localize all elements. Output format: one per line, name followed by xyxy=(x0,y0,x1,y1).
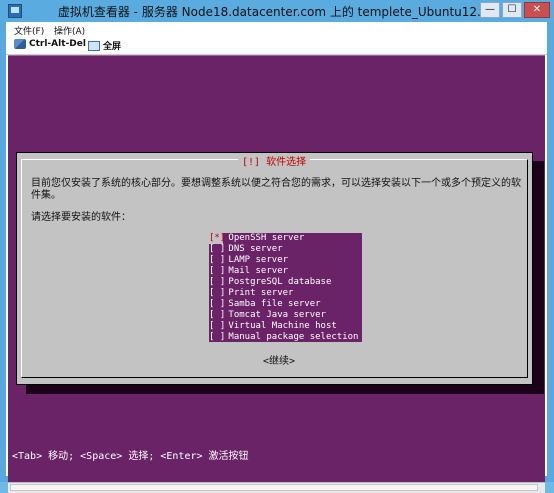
minimize-button[interactable]: — xyxy=(480,2,500,18)
ctrl-alt-del-label: Ctrl-Alt-Del xyxy=(29,39,86,49)
software-item-openssh[interactable]: [*] OpenSSH server xyxy=(209,233,362,244)
software-item-label: Print server xyxy=(228,288,294,298)
vm-console-screen[interactable]: [!] 软件选择 目前您仅安装了系统的核心部分。要想调整系统以便之符合您的需求，… xyxy=(8,55,545,482)
dialog-description: 目前您仅安装了系统的核心部分。要想调整系统以便之符合您的需求，可以选择安装以下一… xyxy=(31,178,521,201)
software-item-label: DNS server xyxy=(228,244,283,254)
software-item-tomcat[interactable]: [ ] Tomcat Java server xyxy=(209,310,362,321)
monitor-icon xyxy=(88,40,100,51)
software-selection-dialog: [!] 软件选择 目前您仅安装了系统的核心部分。要想调整系统以便之符合您的需求，… xyxy=(16,152,533,385)
vm-viewer-window: 虚拟机查看器 - 服务器 Node18.datacenter.com 上的 te… xyxy=(0,0,554,493)
dialog-frame: [!] 软件选择 目前您仅安装了系统的核心部分。要想调整系统以便之符合您的需求，… xyxy=(21,153,528,378)
fullscreen-button[interactable]: 全屏 xyxy=(88,39,121,52)
title-bar[interactable]: 虚拟机查看器 - 服务器 Node18.datacenter.com 上的 te… xyxy=(0,0,554,22)
software-item-manual[interactable]: [ ] Manual package selection xyxy=(209,332,362,343)
keyboard-icon xyxy=(14,39,26,49)
toolbar: Ctrl-Alt-Del 全屏 xyxy=(6,36,547,55)
continue-button[interactable]: <继续> xyxy=(263,352,295,367)
scrollbar-thumb[interactable] xyxy=(10,484,538,491)
window-controls: — ☐ ✕ xyxy=(480,2,550,18)
dialog-title: [!] 软件选择 xyxy=(238,153,311,168)
software-item-vm-host[interactable]: [ ] Virtual Machine host xyxy=(209,321,362,332)
software-item-mail[interactable]: [ ] Mail server xyxy=(209,266,362,277)
software-item-label: LAMP server xyxy=(228,255,289,265)
window-title: 虚拟机查看器 - 服务器 Node18.datacenter.com 上的 te… xyxy=(57,5,497,19)
menu-bar: 文件(F) 操作(A) xyxy=(6,22,547,37)
software-item-label: Mail server xyxy=(228,266,289,276)
software-item-label: Tomcat Java server xyxy=(228,310,326,320)
software-list: [*] OpenSSH server [ ] DNS server [ ] LA… xyxy=(209,233,362,342)
software-item-label: OpenSSH server xyxy=(228,233,305,243)
software-item-label: Manual package selection xyxy=(228,332,359,342)
client-area: 文件(F) 操作(A) Ctrl-Alt-Del 全屏 [!] 软件选择 目前您… xyxy=(6,22,547,493)
software-item-lamp[interactable]: [ ] LAMP server xyxy=(209,255,362,266)
software-item-samba[interactable]: [ ] Samba file server xyxy=(209,299,362,310)
software-item-postgresql[interactable]: [ ] PostgreSQL database xyxy=(209,277,362,288)
software-item-label: PostgreSQL database xyxy=(228,277,332,287)
software-item-print[interactable]: [ ] Print server xyxy=(209,288,362,299)
horizontal-scrollbar[interactable] xyxy=(8,482,545,493)
dialog-prompt: 请选择要安装的软件： xyxy=(31,212,131,223)
console-top-border xyxy=(8,55,545,56)
ctrl-alt-del-button[interactable]: Ctrl-Alt-Del xyxy=(14,39,86,49)
software-item-label: Virtual Machine host xyxy=(228,321,337,331)
software-item-dns[interactable]: [ ] DNS server xyxy=(209,244,362,255)
maximize-button[interactable]: ☐ xyxy=(502,2,522,18)
checkbox-mark: * xyxy=(214,233,220,243)
software-item-label: Samba file server xyxy=(228,299,321,309)
close-button[interactable]: ✕ xyxy=(524,2,550,18)
fullscreen-label: 全屏 xyxy=(103,42,122,52)
keyboard-hint: <Tab> 移动; <Space> 选择; <Enter> 激活按钮 xyxy=(12,451,249,462)
